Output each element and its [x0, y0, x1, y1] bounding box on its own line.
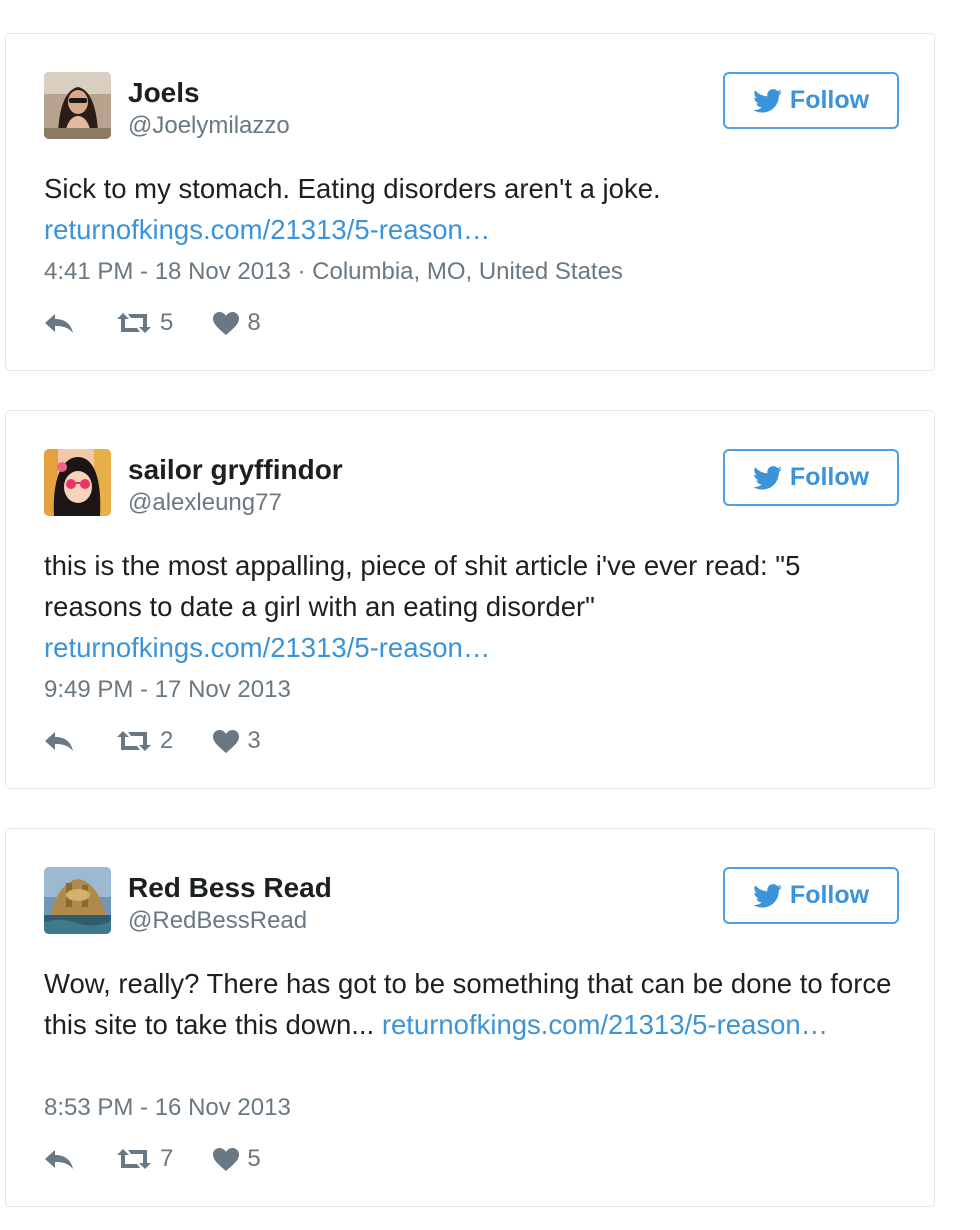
like-count: 5 [247, 1145, 261, 1172]
user-handle[interactable]: @Joelymilazzo [128, 112, 290, 140]
twitter-bird-icon [753, 88, 782, 113]
tweet-timestamp[interactable]: 9:49 PM - 17 Nov 2013 [44, 676, 291, 704]
follow-button[interactable]: Follow [723, 449, 899, 506]
tweet-link[interactable]: returnofkings.com/21313/5-reason… [382, 1009, 828, 1040]
twitter-bird-icon [753, 883, 782, 908]
avatar[interactable] [44, 72, 111, 139]
tweet-body: this is the most appalling, piece of shi… [44, 550, 801, 622]
tweet-text: Wow, really? There has got to be somethi… [44, 963, 904, 1045]
twitter-bird-icon [753, 465, 782, 490]
reply-icon [45, 732, 73, 751]
follow-label: Follow [789, 463, 870, 491]
avatar-image [44, 72, 111, 139]
avatar[interactable] [44, 449, 111, 516]
tweet-card: Joels @Joelymilazzo Follow Sick to my st… [5, 33, 935, 371]
tweet-card: Red Bess Read @RedBessRead Follow Wow, r… [5, 828, 935, 1207]
avatar-image [44, 449, 111, 516]
user-name[interactable]: Joels [128, 77, 200, 109]
follow-label: Follow [789, 86, 870, 114]
follow-button[interactable]: Follow [723, 867, 899, 924]
avatar-image [44, 867, 111, 934]
tweet-timestamp[interactable]: 4:41 PM - 18 Nov 2013 · Columbia, MO, Un… [44, 258, 623, 286]
like-button[interactable]: 3 [213, 727, 261, 755]
follow-label: Follow [789, 881, 870, 909]
tweet-timestamp[interactable]: 8:53 PM - 16 Nov 2013 [44, 1094, 291, 1122]
user-name[interactable]: sailor gryffindor [128, 454, 343, 486]
like-button[interactable]: 5 [213, 1145, 261, 1173]
retweet-count: 7 [160, 1145, 174, 1172]
reply-button[interactable] [44, 1148, 78, 1170]
tweet-actions: 7 5 [44, 1144, 261, 1174]
tweet-text: this is the most appalling, piece of shi… [44, 545, 904, 668]
retweet-count: 2 [160, 727, 174, 754]
retweet-icon [117, 1149, 151, 1169]
tweet-body: Sick to my stomach. Eating disorders are… [44, 173, 661, 204]
tweet-link[interactable]: returnofkings.com/21313/5-reason… [44, 632, 490, 663]
tweet-text: Sick to my stomach. Eating disorders are… [44, 168, 904, 250]
heart-icon [213, 1147, 240, 1171]
reply-button[interactable] [44, 730, 78, 752]
tweet-card: sailor gryffindor @alexleung77 Follow th… [5, 410, 935, 789]
retweet-button[interactable]: 7 [116, 1145, 173, 1173]
user-handle[interactable]: @alexleung77 [128, 489, 282, 517]
retweet-icon [117, 313, 151, 333]
reply-icon [45, 1150, 73, 1169]
tweet-actions: 2 3 [44, 726, 261, 756]
like-button[interactable]: 8 [213, 309, 261, 337]
reply-button[interactable] [44, 312, 78, 334]
tweet-link[interactable]: returnofkings.com/21313/5-reason… [44, 214, 490, 245]
heart-icon [213, 729, 240, 753]
reply-icon [45, 314, 73, 333]
user-handle[interactable]: @RedBessRead [128, 907, 307, 935]
avatar[interactable] [44, 867, 111, 934]
like-count: 3 [247, 727, 261, 754]
heart-icon [213, 311, 240, 335]
retweet-button[interactable]: 5 [116, 309, 173, 337]
user-name[interactable]: Red Bess Read [128, 872, 332, 904]
tweet-actions: 5 8 [44, 308, 261, 338]
like-count: 8 [247, 309, 261, 336]
retweet-count: 5 [160, 309, 174, 336]
retweet-icon [117, 731, 151, 751]
follow-button[interactable]: Follow [723, 72, 899, 129]
retweet-button[interactable]: 2 [116, 727, 173, 755]
